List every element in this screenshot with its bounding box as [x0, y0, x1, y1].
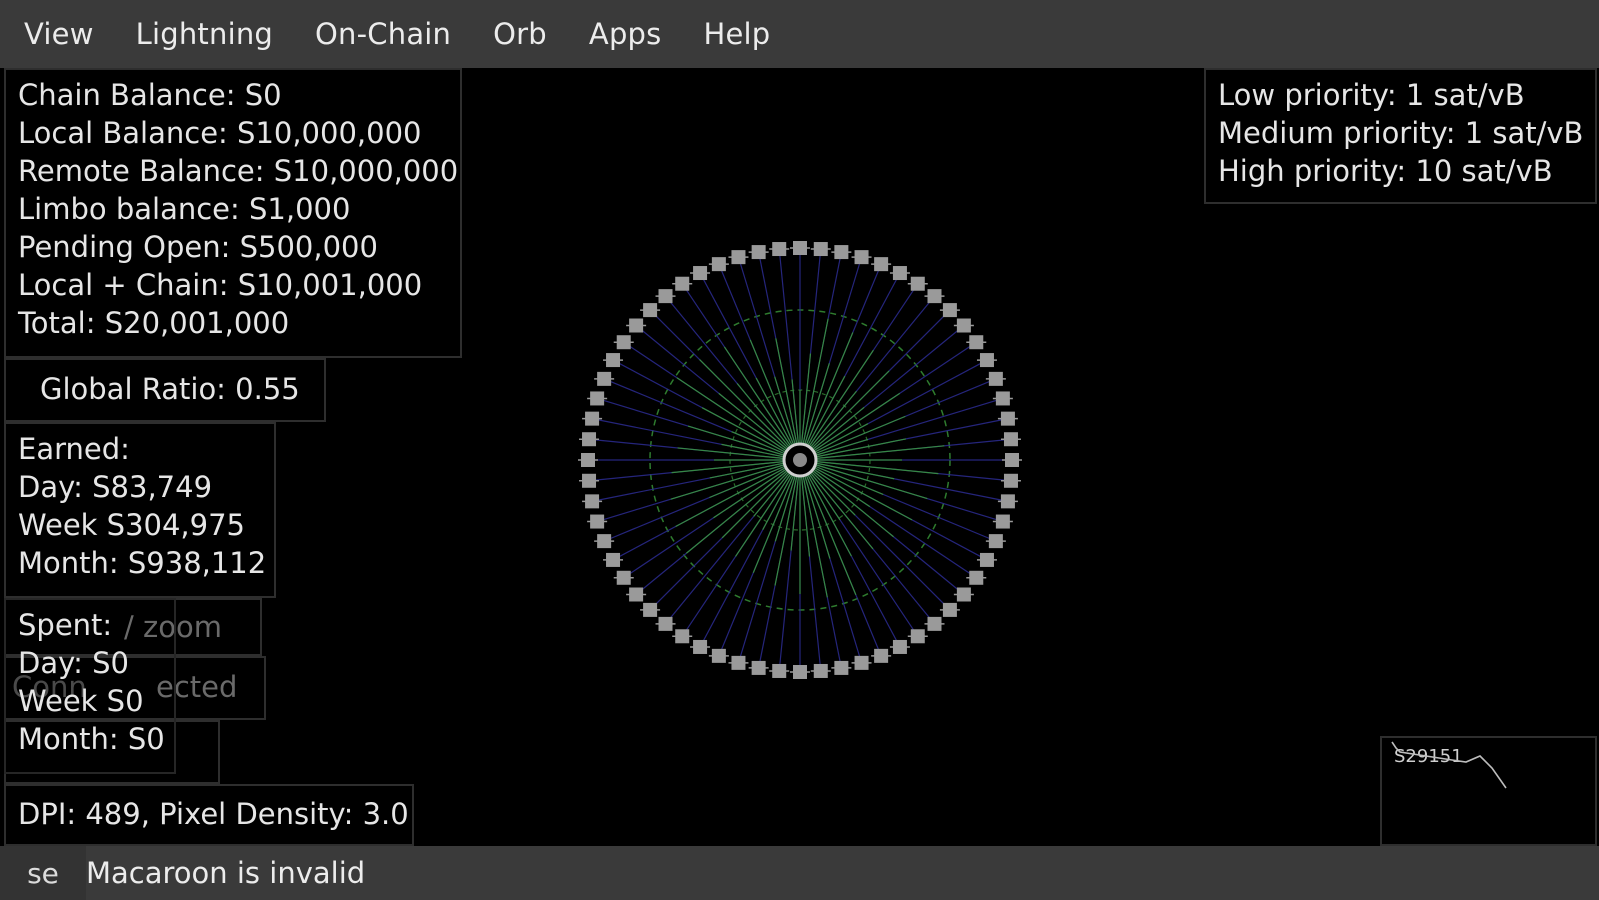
total-balance: Total: S20,001,000: [18, 306, 290, 340]
mini-chart-sparkline: [1391, 741, 1507, 789]
local-balance: Local Balance: S10,000,000: [18, 116, 422, 150]
channel-orb[interactable]: [560, 220, 1040, 700]
dpi-info: DPI: 489, Pixel Density: 3.0: [18, 797, 409, 831]
menu-help[interactable]: Help: [682, 17, 791, 51]
spent-week: Week S0: [18, 684, 144, 718]
spent-panel: Spent: Day: S0 Week S0 Month: S0: [4, 598, 176, 774]
status-button[interactable]: se: [0, 846, 86, 900]
spent-title: Spent:: [18, 608, 113, 642]
menu-apps[interactable]: Apps: [568, 17, 683, 51]
earned-title: Earned:: [18, 432, 130, 466]
earned-day: Day: S83,749: [18, 470, 213, 504]
channel-local-line: [799, 459, 894, 538]
local-plus-chain: Local + Chain: S10,001,000: [18, 268, 423, 302]
menu-on-chain[interactable]: On-Chain: [294, 17, 472, 51]
earned-panel: Earned: Day: S83,749 Week S304,975 Month…: [4, 422, 276, 598]
menu-bar: View Lightning On-Chain Orb Apps Help: [0, 0, 1599, 68]
status-message: Macaroon is invalid: [86, 856, 366, 890]
own-node-core: [793, 453, 807, 467]
fee-low: Low priority: 1 sat/vB: [1218, 78, 1525, 112]
fee-high: High priority: 10 sat/vB: [1218, 154, 1553, 188]
global-ratio: Global Ratio: 0.55: [40, 372, 300, 406]
fee-medium: Medium priority: 1 sat/vB: [1218, 116, 1584, 150]
fee-panel: Low priority: 1 sat/vB Medium priority: …: [1204, 68, 1597, 204]
spent-day: Day: S0: [18, 646, 130, 680]
pending-open: Pending Open: S500,000: [18, 230, 378, 264]
menu-lightning[interactable]: Lightning: [115, 17, 294, 51]
earned-week: Week S304,975: [18, 508, 246, 542]
menu-orb[interactable]: Orb: [472, 17, 568, 51]
mini-chart[interactable]: S29151: [1380, 736, 1597, 846]
limbo-balance: Limbo balance: S1,000: [18, 192, 351, 226]
balance-panel: Chain Balance: S0 Local Balance: S10,000…: [4, 68, 462, 358]
status-bar: se Macaroon is invalid: [0, 846, 1599, 900]
chain-balance: Chain Balance: S0: [18, 78, 282, 112]
channel-local-line: [685, 459, 801, 554]
menu-view[interactable]: View: [0, 17, 115, 51]
earned-month: Month: S938,112: [18, 546, 267, 580]
dpi-panel: DPI: 489, Pixel Density: 3.0: [4, 784, 414, 846]
remote-balance: Remote Balance: S10,000,000: [18, 154, 459, 188]
global-ratio-panel: Global Ratio: 0.55: [4, 358, 326, 422]
spent-month: Month: S0: [18, 722, 165, 756]
